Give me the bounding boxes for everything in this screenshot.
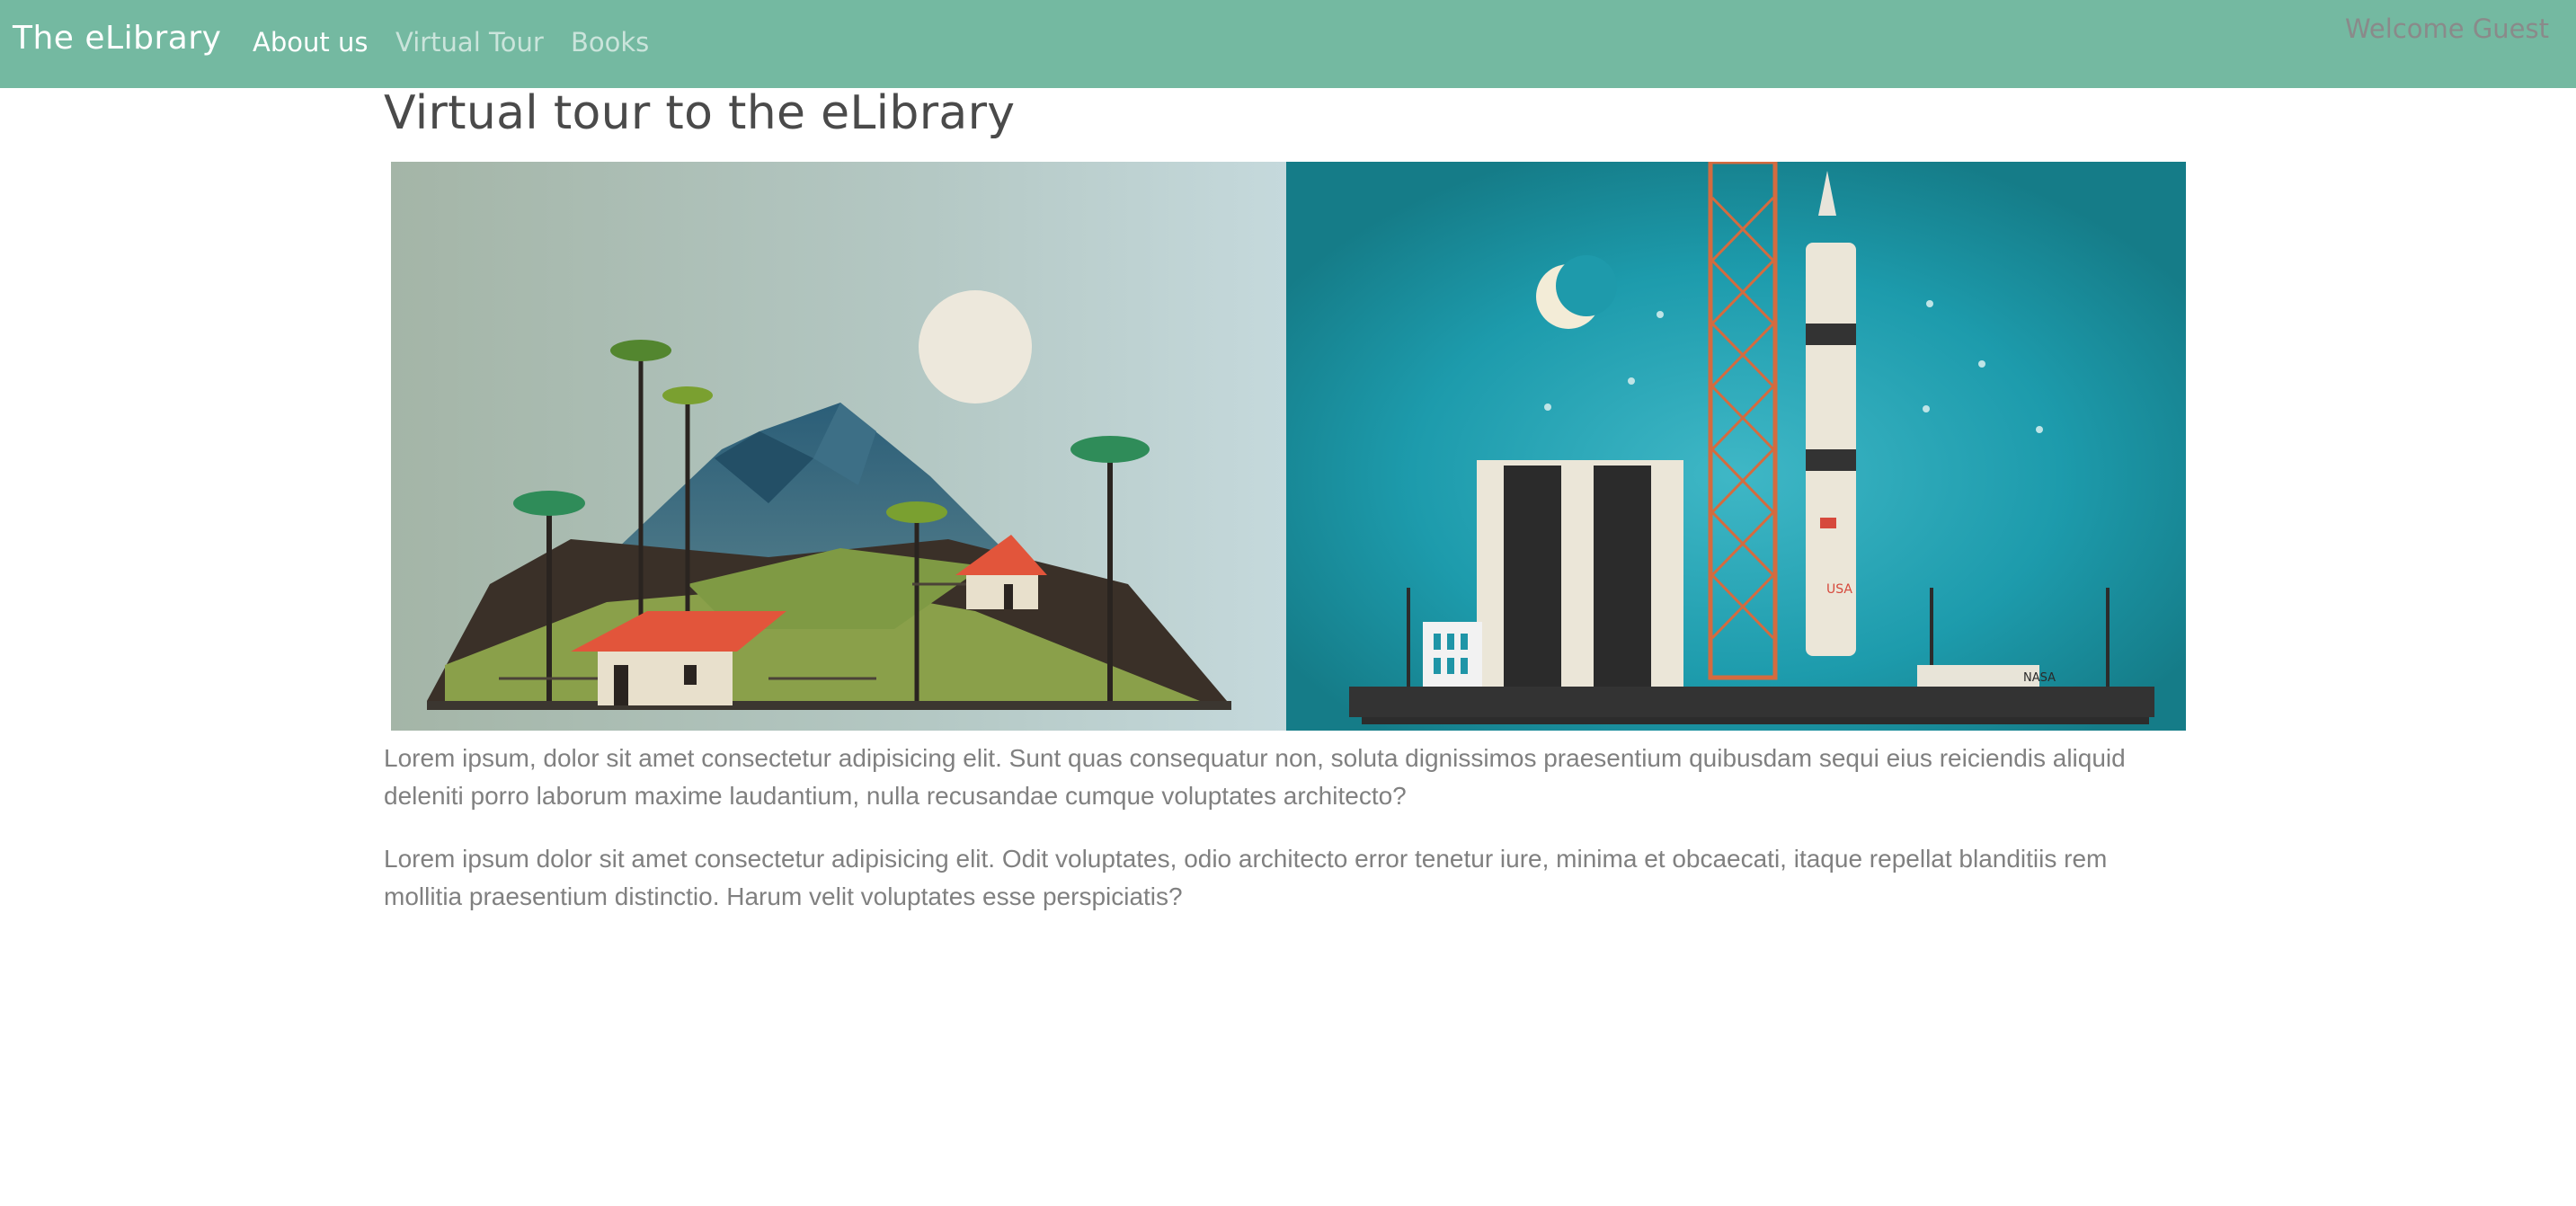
brand-link[interactable]: The eLibrary [13, 20, 221, 57]
village-scene [391, 162, 1286, 731]
page-title: Virtual tour to the eLibrary [384, 86, 1016, 140]
rocket-label: USA [1826, 582, 1852, 597]
welcome-text: Welcome Guest [2344, 13, 2549, 44]
top-navbar: The eLibrary About us Virtual Tour Books… [0, 0, 2576, 88]
launch-site-scene: USA NASA [1286, 162, 2186, 731]
detail-paragraph: Lorem ipsum dolor sit amet consectetur a… [384, 845, 2108, 910]
hero-image: USA NASA [391, 162, 2186, 731]
nav-about-us[interactable]: About us [253, 27, 368, 58]
nav-virtual-tour[interactable]: Virtual Tour [395, 27, 544, 58]
nav-books[interactable]: Books [571, 27, 649, 58]
intro-paragraph: Lorem ipsum, dolor sit amet consectetur … [384, 744, 2126, 810]
building-label: NASA [2023, 671, 2056, 685]
